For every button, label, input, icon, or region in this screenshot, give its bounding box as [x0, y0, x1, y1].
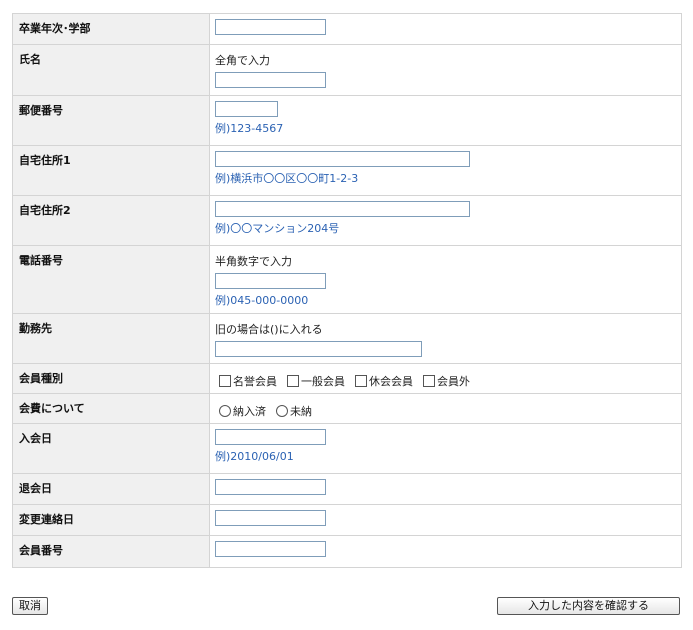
leave-date-input[interactable] — [215, 479, 326, 495]
confirm-button[interactable]: 入力した内容を確認する — [497, 597, 680, 615]
label-fees: 会費について — [12, 393, 210, 424]
label-workplace: 勤務先 — [12, 313, 210, 364]
fees-options: 納入済 未納 — [215, 399, 681, 419]
checkbox-icon[interactable] — [355, 375, 367, 387]
checkbox-icon[interactable] — [287, 375, 299, 387]
graduation-input[interactable] — [215, 19, 326, 35]
cancel-button[interactable]: 取消 — [12, 597, 48, 615]
workplace-input[interactable] — [215, 341, 422, 357]
label-phone: 電話番号 — [12, 245, 210, 314]
member-type-option-honorary[interactable]: 名誉会員 — [215, 373, 277, 389]
label-name: 氏名 — [12, 44, 210, 96]
label-member-type: 会員種別 — [12, 363, 210, 394]
name-note: 全角で入力 — [215, 54, 270, 67]
label-postal-code: 郵便番号 — [12, 95, 210, 146]
name-input[interactable] — [215, 72, 326, 88]
label-address-1: 自宅住所1 — [12, 145, 210, 196]
join-date-example: 例)2010/06/01 — [215, 450, 294, 463]
address-1-example: 例)横浜市〇〇区〇〇町1-2-3 — [215, 172, 359, 185]
fees-option-paid[interactable]: 納入済 — [215, 403, 266, 419]
member-form-table: 卒業年次･学部 氏名 全角で入力 郵便番号 例)123-4567 自宅住所1 例… — [12, 13, 682, 568]
member-type-option-general[interactable]: 一般会員 — [283, 373, 345, 389]
member-number-input[interactable] — [215, 541, 326, 557]
change-date-input[interactable] — [215, 510, 326, 526]
radio-icon[interactable] — [219, 405, 231, 417]
phone-example: 例)045-000-0000 — [215, 294, 309, 307]
address-2-input[interactable] — [215, 201, 470, 217]
member-type-option-non-member[interactable]: 会員外 — [419, 373, 470, 389]
radio-icon[interactable] — [276, 405, 288, 417]
postal-code-input[interactable] — [215, 101, 278, 117]
phone-note: 半角数字で入力 — [215, 255, 292, 268]
postal-code-example: 例)123-4567 — [215, 122, 284, 135]
join-date-input[interactable] — [215, 429, 326, 445]
phone-input[interactable] — [215, 273, 326, 289]
address-1-input[interactable] — [215, 151, 470, 167]
label-member-number: 会員番号 — [12, 535, 210, 568]
member-type-options: 名誉会員 一般会員 休会会員 会員外 — [215, 369, 681, 389]
label-join-date: 入会日 — [12, 423, 210, 474]
label-leave-date: 退会日 — [12, 473, 210, 505]
fees-option-unpaid[interactable]: 未納 — [272, 403, 312, 419]
checkbox-icon[interactable] — [423, 375, 435, 387]
checkbox-icon[interactable] — [219, 375, 231, 387]
label-change-date: 変更連絡日 — [12, 504, 210, 536]
label-graduation: 卒業年次･学部 — [12, 13, 210, 45]
label-address-2: 自宅住所2 — [12, 195, 210, 246]
workplace-note: 旧の場合は()に入れる — [215, 323, 323, 336]
member-type-option-inactive[interactable]: 休会会員 — [351, 373, 413, 389]
address-2-example: 例)〇〇マンション204号 — [215, 222, 340, 235]
